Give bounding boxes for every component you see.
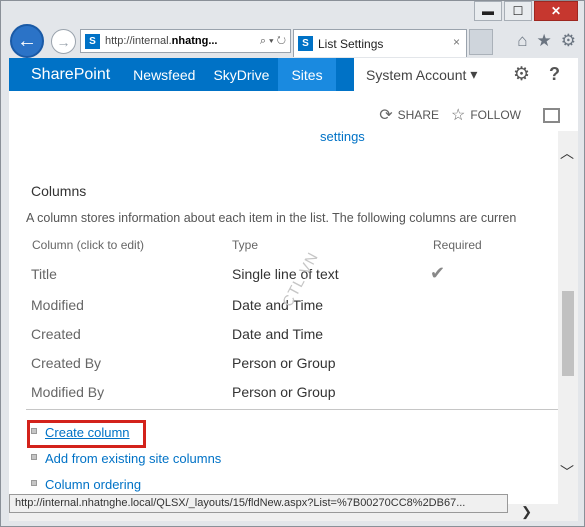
address-text: http://internal.nhatng...: [105, 35, 256, 47]
table-row: Created Date and Time: [9, 326, 558, 355]
sharepoint-favicon: S: [85, 33, 100, 49]
highlight-box: [27, 420, 146, 448]
settings-link[interactable]: settings: [320, 131, 365, 144]
share-label: SHARE: [397, 108, 439, 122]
status-bar-url: http://internal.nhatnghe.local/QLSX/_lay…: [9, 494, 508, 513]
favorites-star-icon[interactable]: ★: [537, 31, 552, 51]
window-controls: ▬ ☐ ✕: [474, 1, 578, 21]
new-tab-button[interactable]: [469, 29, 493, 55]
tab-list-settings[interactable]: S List Settings ×: [293, 29, 467, 57]
column-name-link[interactable]: Modified By: [31, 384, 104, 400]
tools-gear-icon[interactable]: ⚙: [561, 31, 576, 51]
maximize-button[interactable]: ☐: [504, 1, 532, 21]
focus-content-icon[interactable]: [543, 107, 560, 123]
browser-right-icons: ⌂ ★ ⚙: [517, 31, 576, 51]
address-prefix: http://internal.: [105, 35, 172, 47]
section-title: Columns: [31, 183, 87, 199]
sharepoint-suite-bar: SharePoint Newsfeed SkyDrive Sites Syste…: [9, 58, 578, 91]
bullet-icon: [31, 454, 37, 460]
divider: [26, 409, 558, 410]
column-header-required: Required: [433, 238, 482, 252]
suite-link-skydrive[interactable]: SkyDrive: [204, 58, 278, 91]
scroll-down-icon[interactable]: ﹀: [560, 462, 574, 482]
minimize-button[interactable]: ▬: [474, 1, 502, 21]
sharepoint-tab-icon: S: [298, 36, 313, 51]
address-tools-icon[interactable]: ⌕ ▾ ↻: [256, 35, 290, 48]
scroll-right-icon[interactable]: ❯: [521, 504, 532, 520]
address-host: nhatng...: [171, 35, 218, 47]
column-type: Date and Time: [232, 326, 324, 342]
column-header-name: Column (click to edit): [32, 238, 145, 252]
account-name: System Account: [366, 66, 467, 83]
vertical-scrollbar[interactable]: ︿ ﹀: [558, 131, 578, 504]
column-name-link[interactable]: Title: [31, 266, 57, 282]
scroll-up-icon[interactable]: ︿: [560, 143, 574, 163]
forward-button[interactable]: →: [51, 29, 76, 54]
page-body: ⟳ SHARE ☆ FOLLOW settings Columns A column…: [9, 91, 578, 504]
star-outline-icon: ☆: [450, 107, 466, 124]
column-header-type: Type: [232, 238, 259, 252]
column-name-link[interactable]: Created By: [31, 355, 101, 371]
add-existing-item: Add from existing site columns: [31, 451, 221, 466]
section-description: A column stores information about each i…: [26, 211, 517, 225]
chevron-down-icon: ▾: [470, 66, 478, 82]
share-button[interactable]: ⟳ SHARE: [379, 105, 439, 125]
share-icon: ⟳: [379, 107, 393, 124]
column-type: Single line of text: [232, 266, 339, 282]
close-window-button[interactable]: ✕: [534, 1, 578, 21]
table-row: Title Single line of text ✔: [9, 263, 558, 295]
account-area: System Account ▾ ⚙ ?: [354, 58, 578, 91]
column-ordering-link[interactable]: Column ordering: [45, 477, 141, 492]
tab-title: List Settings: [318, 36, 384, 51]
account-menu[interactable]: System Account ▾: [354, 66, 477, 83]
home-icon[interactable]: ⌂: [517, 31, 527, 51]
column-ordering-item: Column ordering: [31, 477, 141, 492]
list-settings-content: settings Columns A column stores informa…: [9, 131, 558, 504]
browser-navbar: ← → S http://internal.nhatng... ⌕ ▾ ↻ S …: [1, 23, 585, 58]
scroll-thumb[interactable]: [562, 291, 574, 376]
follow-button[interactable]: ☆ FOLLOW: [451, 105, 521, 125]
settings-gear-icon[interactable]: ⚙: [513, 63, 530, 86]
column-name-link[interactable]: Created: [31, 326, 81, 342]
help-icon[interactable]: ?: [549, 64, 560, 85]
suite-link-newsfeed[interactable]: Newsfeed: [124, 58, 204, 91]
close-tab-icon[interactable]: ×: [453, 35, 460, 49]
column-type: Date and Time: [232, 297, 324, 313]
add-existing-columns-link[interactable]: Add from existing site columns: [45, 451, 221, 466]
suite-link-sites[interactable]: Sites: [278, 58, 336, 91]
checkmark-icon: ✔: [430, 263, 446, 283]
bullet-icon: [31, 480, 37, 486]
browser-window: ▬ ☐ ✕ ← → S http://internal.nhatng... ⌕ …: [0, 0, 585, 527]
page-actions: ⟳ SHARE ☆ FOLLOW: [379, 105, 578, 125]
address-bar[interactable]: S http://internal.nhatng... ⌕ ▾ ↻: [80, 29, 291, 53]
column-type: Person or Group: [232, 384, 336, 400]
column-name-link[interactable]: Modified: [31, 297, 84, 313]
back-button[interactable]: ←: [10, 24, 44, 58]
column-type: Person or Group: [232, 355, 336, 371]
table-row: Created By Person or Group: [9, 355, 558, 384]
sharepoint-brand[interactable]: SharePoint: [9, 66, 124, 84]
follow-label: FOLLOW: [470, 108, 521, 122]
